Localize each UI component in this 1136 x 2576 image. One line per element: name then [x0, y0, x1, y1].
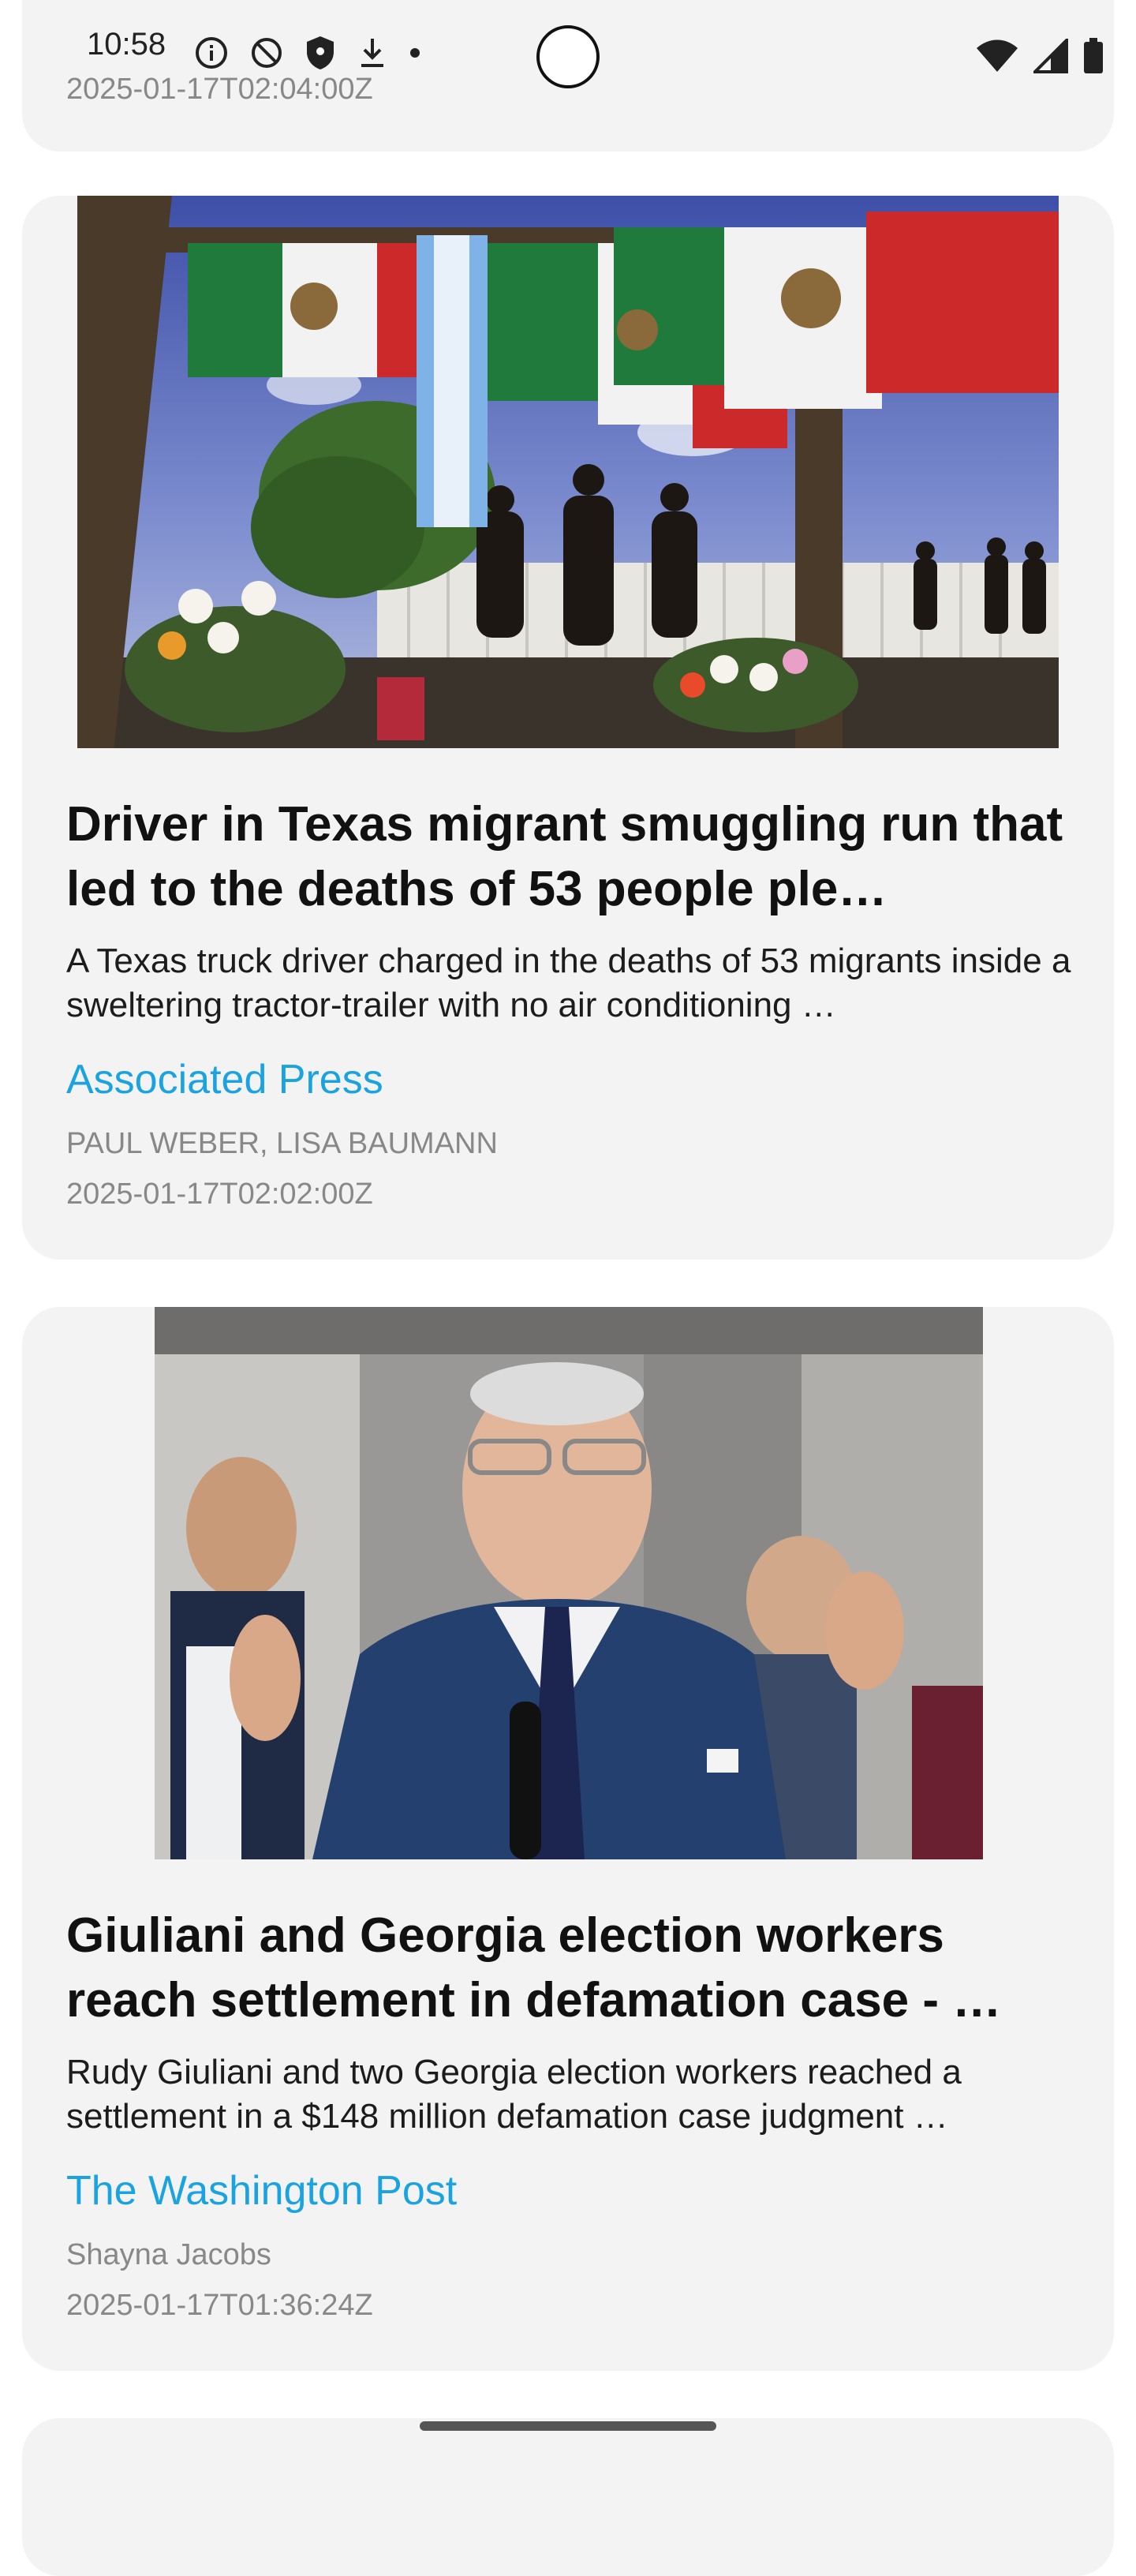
wifi-icon: [975, 39, 1019, 73]
cell-signal-icon: [1033, 39, 1068, 73]
no-disturb-icon: [249, 36, 284, 70]
article-source-link[interactable]: The Washington Post: [66, 2166, 457, 2216]
battery-icon: [1082, 38, 1104, 74]
status-icons-left: [194, 35, 421, 71]
article-headline[interactable]: Driver in Texas migrant smuggling run th…: [66, 792, 1084, 922]
dot-icon: [409, 47, 421, 59]
home-indicator[interactable]: [420, 2421, 716, 2431]
article-image[interactable]: [77, 196, 1059, 748]
article-authors: Shayna Jacobs: [66, 2238, 271, 2271]
article-summary: Rudy Giuliani and two Georgia election w…: [66, 2053, 962, 2136]
camera-cutout: [536, 25, 600, 88]
info-icon: [194, 36, 229, 70]
article-image[interactable]: [155, 1307, 983, 1859]
status-icons-right: [975, 38, 1104, 74]
status-bar: 10:58: [0, 0, 1136, 88]
article-authors: PAUL WEBER, LISA BAUMANN: [66, 1127, 498, 1160]
article-source-link[interactable]: Associated Press: [66, 1054, 383, 1105]
article-summary: A Texas truck driver charged in the deat…: [66, 942, 1071, 1024]
status-time: 10:58: [87, 27, 166, 62]
article-card[interactable]: Driver in Texas migrant smuggling run th…: [22, 196, 1114, 1260]
article-date: 2025-01-17T01:36:24Z: [66, 2289, 373, 2322]
shield-icon: [305, 35, 336, 71]
article-card[interactable]: Giuliani and Georgia election workers re…: [22, 1307, 1114, 2371]
article-headline[interactable]: Giuliani and Georgia election workers re…: [66, 1904, 1084, 2033]
download-icon: [357, 36, 388, 70]
article-card-next[interactable]: [22, 2418, 1114, 2576]
article-date: 2025-01-17T02:04:00Z: [66, 73, 373, 106]
article-date: 2025-01-17T02:02:00Z: [66, 1178, 373, 1211]
